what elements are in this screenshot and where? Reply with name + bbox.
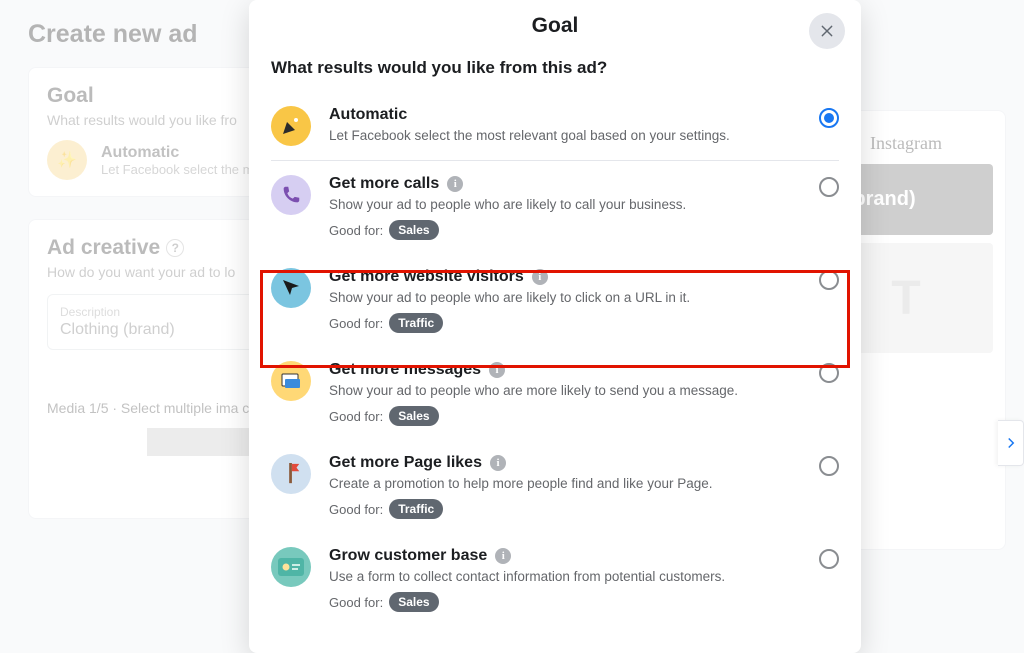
radio-page_likes[interactable]	[819, 456, 839, 476]
close-icon	[819, 23, 835, 39]
modal-title: Goal	[532, 14, 579, 38]
goal-option-title: Get more website visitorsi	[329, 268, 801, 286]
goal-option-messages[interactable]: Get more messagesi Show your ad to people…	[271, 347, 839, 440]
goal-option-desc: Show your ad to people who are more like…	[329, 383, 801, 398]
info-icon[interactable]: i	[490, 455, 506, 471]
goal-option-desc: Create a promotion to help more people f…	[329, 476, 801, 491]
info-icon[interactable]: i	[489, 362, 505, 378]
good-for-pill: Traffic	[389, 499, 443, 519]
goal-option-desc: Let Facebook select the most relevant go…	[329, 128, 801, 143]
info-icon[interactable]: i	[447, 176, 463, 192]
auto-icon	[271, 106, 311, 146]
good-for-row: Good for:Sales	[329, 592, 801, 612]
page-icon	[271, 454, 311, 494]
goal-option-calls[interactable]: Get more callsi Show your ad to people wh…	[271, 161, 839, 254]
next-arrow-button[interactable]	[998, 420, 1024, 466]
goal-option-title: Get more Page likesi	[329, 454, 801, 472]
info-icon[interactable]: i	[495, 548, 511, 564]
cust-icon	[271, 547, 311, 587]
goal-option-text: Get more callsi Show your ad to people wh…	[329, 175, 801, 240]
radio-website[interactable]	[819, 270, 839, 290]
radio-calls[interactable]	[819, 177, 839, 197]
good-for-row: Good for:Sales	[329, 220, 801, 240]
creative-heading: Ad creative	[47, 236, 160, 260]
bg-option-desc: Let Facebook select the most	[101, 162, 271, 177]
modal-subtitle: What results would you like from this ad…	[249, 52, 861, 92]
calls-icon	[271, 175, 311, 215]
goal-option-grow[interactable]: Grow customer basei Use a form to collect…	[271, 533, 839, 626]
goal-option-title: Automatic	[329, 106, 801, 124]
radio-automatic[interactable]	[819, 108, 839, 128]
goal-options-list: Automatic Let Facebook select the most re…	[249, 92, 861, 653]
good-for-row: Good for:Sales	[329, 406, 801, 426]
good-for-row: Good for:Traffic	[329, 313, 801, 333]
good-for-pill: Sales	[389, 592, 438, 612]
web-icon	[271, 268, 311, 308]
goal-option-text: Get more website visitorsi Show your ad t…	[329, 268, 801, 333]
goal-modal: Goal What results would you like from th…	[249, 0, 861, 653]
radio-grow[interactable]	[819, 549, 839, 569]
goal-option-title: Get more callsi	[329, 175, 801, 193]
goal-option-text: Get more Page likesi Create a promotion t…	[329, 454, 801, 519]
close-button[interactable]	[809, 13, 845, 49]
radio-messages[interactable]	[819, 363, 839, 383]
goal-option-text: Automatic Let Facebook select the most re…	[329, 106, 801, 143]
msg-icon	[271, 361, 311, 401]
goal-option-automatic[interactable]: Automatic Let Facebook select the most re…	[271, 92, 839, 160]
goal-option-desc: Use a form to collect contact informatio…	[329, 569, 801, 584]
goal-option-title: Grow customer basei	[329, 547, 801, 565]
goal-option-text: Get more messagesi Show your ad to people…	[329, 361, 801, 426]
goal-option-text: Grow customer basei Use a form to collect…	[329, 547, 801, 612]
good-for-pill: Sales	[389, 220, 438, 240]
goal-option-title: Get more messagesi	[329, 361, 801, 379]
wand-icon: ✨	[47, 140, 87, 180]
info-icon[interactable]: i	[532, 269, 548, 285]
good-for-row: Good for:Traffic	[329, 499, 801, 519]
goal-option-desc: Show your ad to people who are likely to…	[329, 197, 801, 212]
goal-option-desc: Show your ad to people who are likely to…	[329, 290, 801, 305]
goal-option-page_likes[interactable]: Get more Page likesi Create a promotion t…	[271, 440, 839, 533]
goal-option-website[interactable]: Get more website visitorsi Show your ad t…	[271, 254, 839, 347]
bg-option-title: Automatic	[101, 144, 271, 162]
good-for-pill: Traffic	[389, 313, 443, 333]
help-icon[interactable]: ?	[166, 239, 184, 257]
good-for-pill: Sales	[389, 406, 438, 426]
